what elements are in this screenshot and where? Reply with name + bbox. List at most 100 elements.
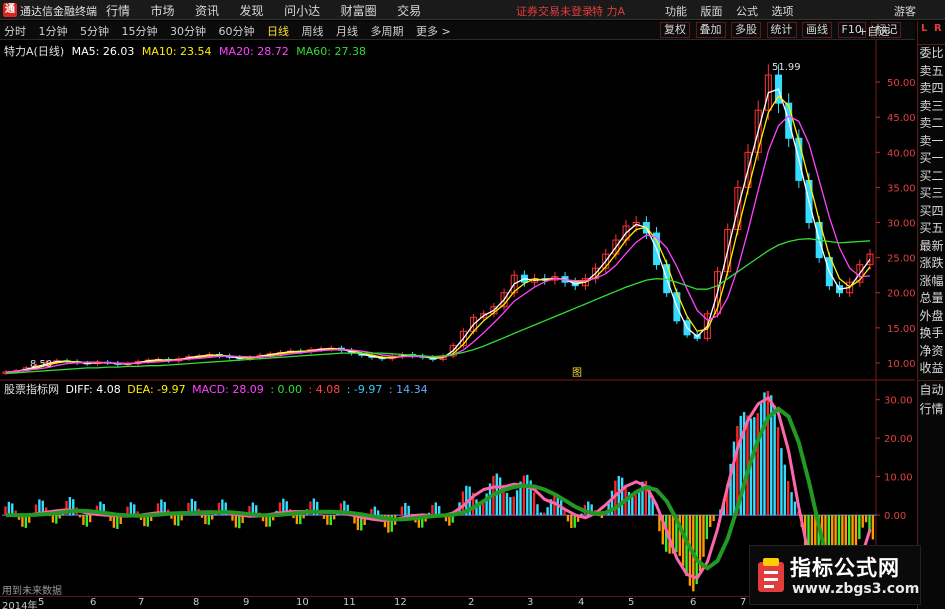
macd-bar — [82, 515, 85, 525]
macd-bar — [200, 515, 204, 518]
add-watchlist-button[interactable]: +自选 — [858, 23, 889, 39]
macd-bar — [539, 512, 543, 516]
menu-formula[interactable]: 公式 — [736, 3, 758, 19]
moving-average-lines — [5, 88, 871, 375]
macd-bar — [566, 515, 570, 522]
macd-bar — [546, 507, 549, 516]
macd-bar — [793, 501, 797, 516]
macd-bar — [302, 515, 305, 519]
ma5-value: MA5: 26.03 — [71, 45, 135, 58]
multi-stock-button[interactable]: 多股 — [731, 22, 761, 38]
date-label: 7 — [740, 597, 747, 608]
macd-bar — [654, 513, 658, 516]
price-tick-label: 10.00 — [887, 359, 915, 370]
macd-bar — [295, 515, 299, 525]
sidebar-item-buy4[interactable]: 买四 — [918, 203, 945, 221]
sidebar-item-outer[interactable]: 外盘 — [918, 308, 945, 326]
main-menu: 行情 市场 资讯 发现 问小达 财富圈 交易 — [106, 2, 438, 19]
date-label: 10 — [296, 597, 309, 608]
macd-tick-label: 10.00 — [884, 473, 913, 484]
period-tab-15min[interactable]: 15分钟 — [122, 23, 158, 39]
menu-trade[interactable]: 交易 — [397, 2, 421, 19]
menu-options[interactable]: 选项 — [772, 3, 794, 19]
title-bar: 通 通达信金融终端 行情 市场 资讯 发现 问小达 财富圈 交易 证券交易未登录… — [0, 0, 945, 20]
sidebar-item-net-assets[interactable]: 净资 — [918, 343, 945, 361]
sidebar-item-weibi[interactable]: 委比 — [918, 45, 945, 63]
sidebar-item-change-pct[interactable]: 涨幅 — [918, 273, 945, 291]
menu-function[interactable]: 功能 — [665, 3, 687, 19]
macd-bar — [180, 515, 183, 521]
sidebar-item-buy1[interactable]: 买一 — [918, 150, 945, 168]
period-toolbar: 分时 1分钟 5分钟 15分钟 30分钟 60分钟 日线 周线 月线 多周期 更… — [0, 21, 915, 40]
guest-label[interactable]: 游客 — [894, 3, 916, 19]
macd-bar — [783, 464, 786, 516]
macd-bar — [89, 515, 92, 523]
macd-tick-label: 20.00 — [884, 434, 913, 445]
sidebar-corner[interactable]: L R — [918, 21, 945, 45]
macd-bar — [861, 515, 864, 528]
period-tab-multi[interactable]: 多周期 — [371, 23, 404, 39]
period-tab-timeshare[interactable]: 分时 — [4, 23, 26, 39]
sidebar-item-change[interactable]: 涨跌 — [918, 255, 945, 273]
sidebar-item-sell3[interactable]: 卖三 — [918, 98, 945, 116]
macd-bar — [732, 441, 736, 516]
period-tab-weekly[interactable]: 周线 — [302, 23, 324, 39]
sidebar-item-buy3[interactable]: 买三 — [918, 185, 945, 203]
sidebar-item-sell5[interactable]: 卖五 — [918, 63, 945, 81]
login-notice[interactable]: 证券交易未登录 — [516, 3, 593, 19]
sidebar-item-sell2[interactable]: 卖二 — [918, 115, 945, 133]
sidebar-item-latest[interactable]: 最新 — [918, 238, 945, 256]
macd-bar — [753, 417, 756, 516]
menu-discover[interactable]: 发现 — [240, 2, 264, 19]
sidebar-item-earnings[interactable]: 收益 — [918, 360, 945, 378]
date-label: 6 — [690, 597, 697, 608]
period-tab-1min[interactable]: 1分钟 — [39, 23, 68, 39]
sidebar-item-buy2[interactable]: 买二 — [918, 168, 945, 186]
sidebar-item-sell4[interactable]: 卖四 — [918, 80, 945, 98]
candlesticks — [2, 64, 874, 376]
sidebar-item-quotes[interactable]: 行情 — [918, 400, 945, 419]
date-label: 8 — [193, 597, 200, 608]
indicator-name[interactable]: 股票指标网 — [4, 383, 59, 396]
menu-quotes[interactable]: 行情 — [106, 2, 130, 19]
period-tab-60min[interactable]: 60分钟 — [219, 23, 255, 39]
macd-bar — [231, 515, 234, 521]
macd-bar — [512, 496, 515, 516]
period-tab-daily[interactable]: 日线 — [267, 23, 289, 39]
ma60-value: MA60: 27.38 — [296, 45, 366, 58]
dea-value: DEA: -9.97 — [127, 383, 186, 396]
sidebar-item-sell1[interactable]: 卖一 — [918, 133, 945, 151]
app-title: 通达信金融终端 — [20, 5, 97, 18]
macd-bar — [332, 515, 336, 520]
sidebar-item-turnover[interactable]: 换手 — [918, 325, 945, 343]
ma20-value: MA20: 28.72 — [219, 45, 289, 58]
menu-market[interactable]: 市场 — [151, 2, 175, 19]
period-tab-monthly[interactable]: 月线 — [336, 23, 358, 39]
macd-bar — [210, 515, 214, 520]
period-tab-5min[interactable]: 5分钟 — [80, 23, 109, 39]
sidebar-item-buy5[interactable]: 买五 — [918, 220, 945, 238]
sidebar-item-volume[interactable]: 总量 — [918, 290, 945, 308]
overlay-button[interactable]: 叠加 — [695, 22, 726, 38]
macd-bar — [400, 506, 404, 516]
sidebar-item-auto[interactable]: 自动 — [918, 381, 945, 400]
macd-bar — [204, 515, 207, 525]
right-menu: 功能 版面 公式 选项 — [665, 3, 804, 19]
macd-bar — [292, 515, 295, 519]
period-tab-more[interactable]: 更多 > — [416, 23, 451, 39]
macd-bar — [712, 515, 715, 521]
draw-line-button[interactable]: 画线 — [802, 22, 832, 38]
period-tabs: 分时 1分钟 5分钟 15分钟 30分钟 60分钟 日线 周线 月线 多周期 更… — [4, 23, 460, 39]
statistics-button[interactable]: 统计 — [766, 22, 797, 38]
macd-bar — [766, 390, 770, 516]
period-tab-30min[interactable]: 30分钟 — [170, 23, 206, 39]
menu-wealth-circle[interactable]: 财富圈 — [341, 2, 377, 19]
site-watermark: 指标公式网 www.zbgs3.com — [749, 545, 921, 605]
price-tick-label: 20.00 — [887, 289, 915, 300]
restore-rights-button[interactable]: 复权 — [660, 22, 690, 38]
menu-layout[interactable]: 版面 — [701, 3, 723, 19]
menu-ask-xiaoda[interactable]: 问小达 — [284, 2, 320, 19]
menu-news[interactable]: 资讯 — [195, 2, 219, 19]
kline-chart[interactable]: 50.00 45.00 40.00 35.00 30.00 25.00 20.00 15.00… — [0, 40, 915, 595]
main-legend: 特力A(日线) MA5: 26.03 MA10: 23.54 MA20: 28.… — [4, 43, 370, 59]
